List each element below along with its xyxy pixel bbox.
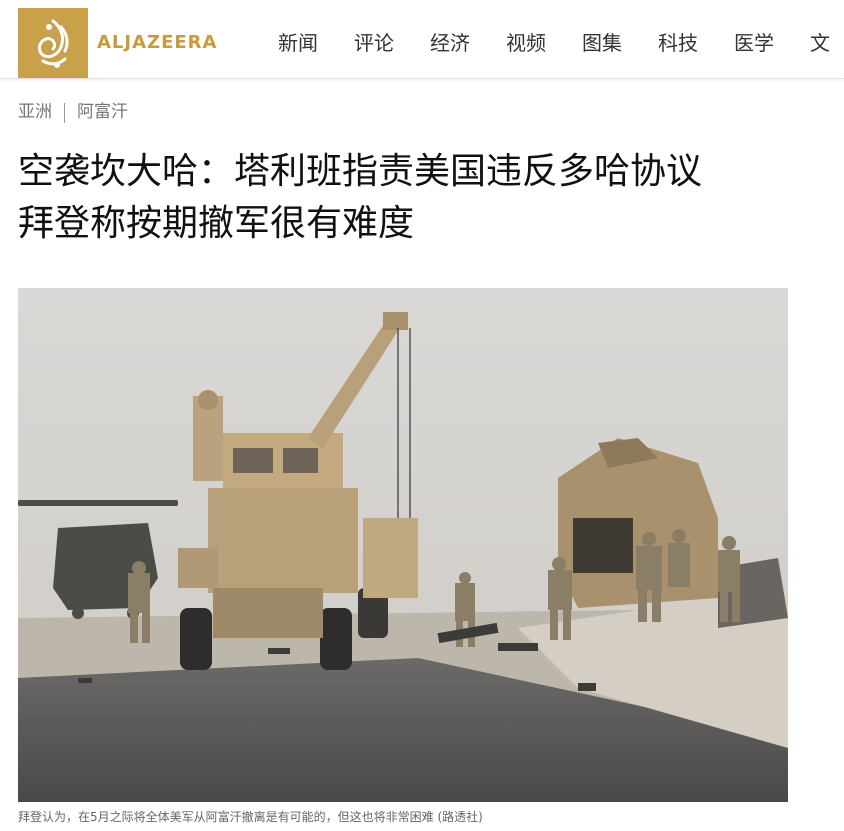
nav-economy[interactable]: 经济: [430, 30, 470, 56]
nav-medicine[interactable]: 医学: [734, 30, 774, 56]
nav-video[interactable]: 视频: [506, 30, 546, 56]
nav-opinion[interactable]: 评论: [354, 30, 394, 56]
article-title-line1: 空袭坎大哈：塔利班指责美国违反多哈协议: [18, 151, 703, 192]
nav-culture[interactable]: 文: [810, 30, 830, 56]
article-title-line2: 拜登称按期撤军很有难度: [18, 203, 415, 244]
nav-tech[interactable]: 科技: [658, 30, 698, 56]
nav-gallery[interactable]: 图集: [582, 30, 622, 56]
breadcrumb-asia[interactable]: 亚洲: [18, 97, 52, 122]
photo-caption: 拜登认为，在5月之际将全体美军从阿富汗撤离是有可能的，但这也将非常困难 (路透社…: [18, 810, 483, 824]
breadcrumb: 亚洲 阿富汗: [18, 97, 128, 123]
article-photo: [18, 288, 788, 802]
site-header: ALJAZEERA 新闻 评论 经济 视频 图集 科技 医学 文: [0, 8, 844, 79]
breadcrumb-afghanistan[interactable]: 阿富汗: [77, 97, 128, 122]
breadcrumb-separator: [64, 102, 65, 123]
main-nav: 新闻 评论 经济 视频 图集 科技 医学 文: [278, 30, 844, 56]
aljazeera-logo[interactable]: [18, 8, 88, 78]
logo-wordmark[interactable]: ALJAZEERA: [97, 32, 217, 53]
military-vehicles-photo: [18, 288, 788, 802]
article-title: 空袭坎大哈：塔利班指责美国违反多哈协议 拜登称按期撤军很有难度: [18, 146, 818, 250]
aljazeera-logo-icon: [37, 19, 69, 68]
nav-news[interactable]: 新闻: [278, 30, 318, 56]
